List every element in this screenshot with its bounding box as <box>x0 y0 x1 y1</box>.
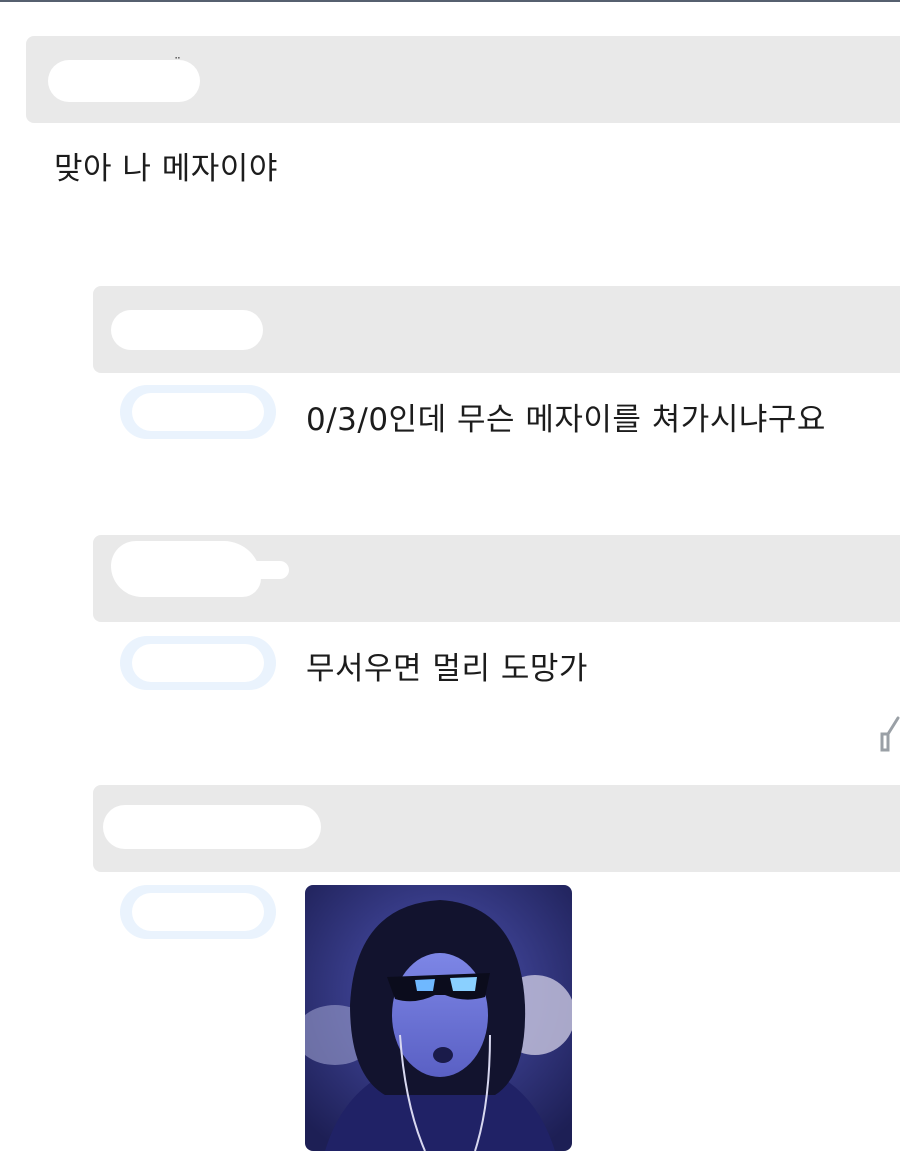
redacted-username <box>111 310 263 350</box>
comment-image[interactable] <box>305 885 572 1151</box>
comment-header <box>93 535 900 622</box>
comment-text: 맞아 나 메자이야 <box>54 151 278 187</box>
comment-header: ¨ <box>26 36 900 123</box>
comment-text: 무서우면 멀리 도망가 <box>306 651 588 687</box>
redacted-reply-name <box>132 393 264 431</box>
reply-to-tag[interactable] <box>120 885 276 939</box>
reply-to-tag[interactable] <box>120 385 276 439</box>
redaction-stroke <box>233 561 289 579</box>
redacted-username <box>103 805 321 849</box>
comment-header <box>93 785 900 872</box>
comment-header <box>93 286 900 373</box>
person-with-sunglasses-photo <box>305 885 572 1151</box>
redacted-reply-name <box>132 893 264 931</box>
quote-mark: ¨ <box>174 56 181 72</box>
top-divider <box>0 0 900 2</box>
comment-text: 0/3/0인데 무슨 메자이를 쳐가시냐구요 <box>306 402 826 438</box>
reply-to-tag[interactable] <box>120 636 276 690</box>
redacted-reply-name <box>132 644 264 682</box>
thumbs-up-icon[interactable] <box>878 712 900 752</box>
